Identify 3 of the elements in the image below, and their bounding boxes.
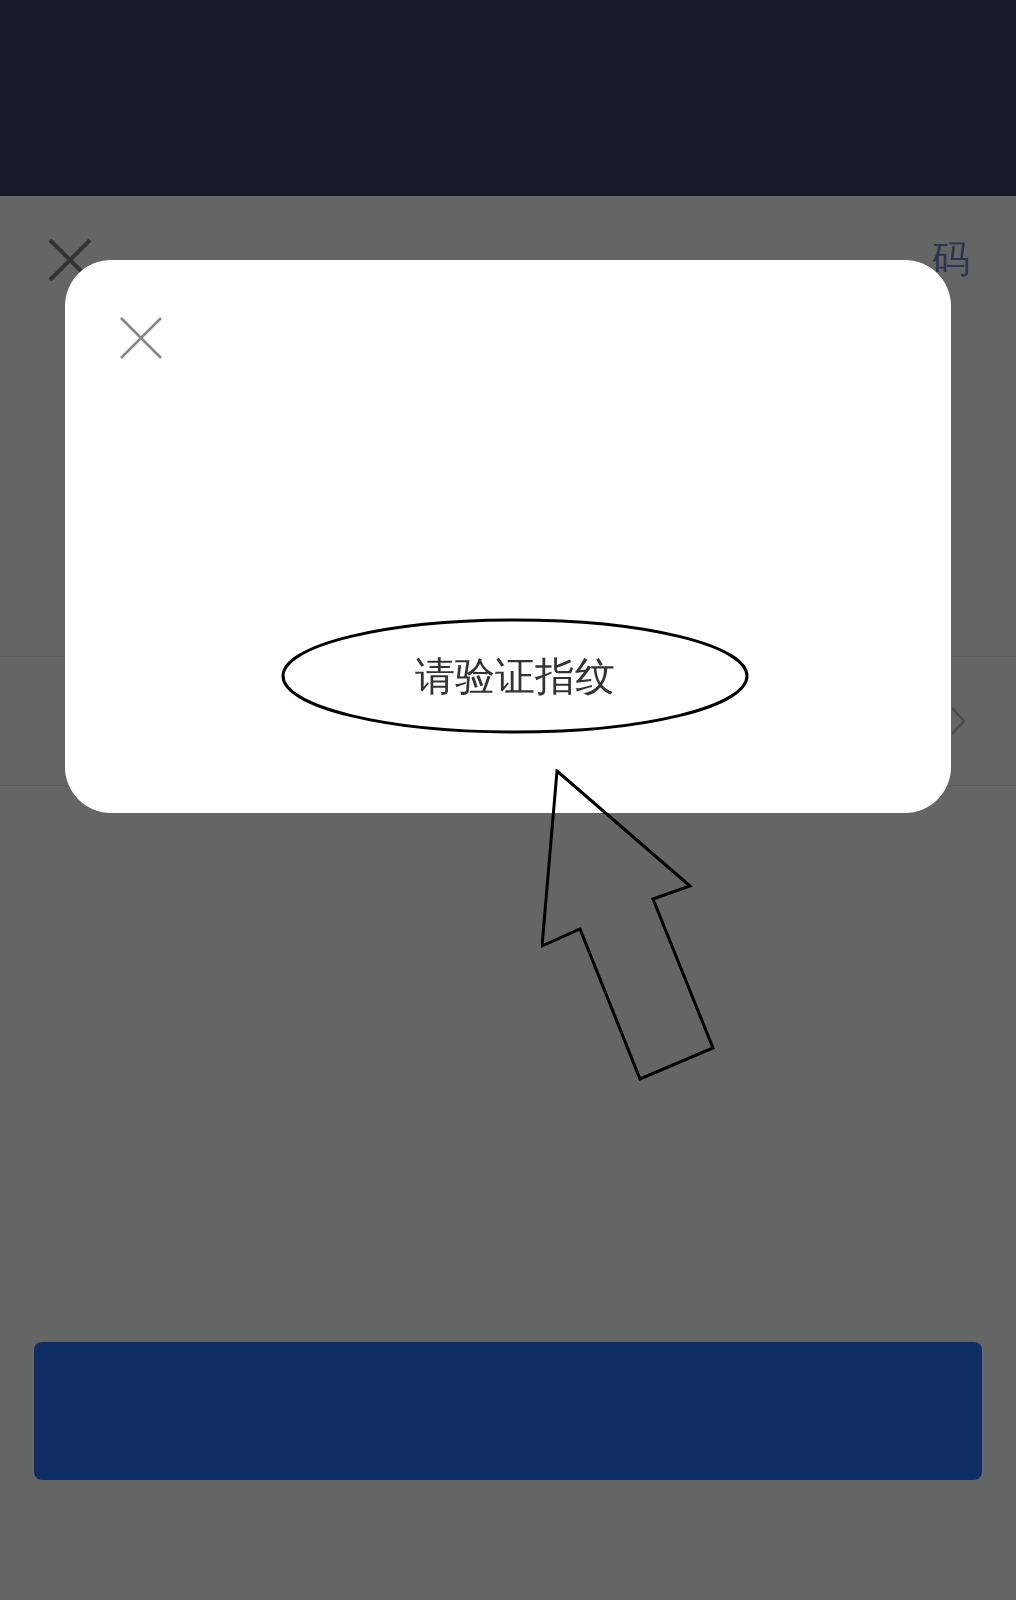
chevron-icon <box>950 706 966 736</box>
close-icon[interactable] <box>48 238 92 282</box>
fingerprint-prompt: 请验证指纹 <box>415 651 615 701</box>
